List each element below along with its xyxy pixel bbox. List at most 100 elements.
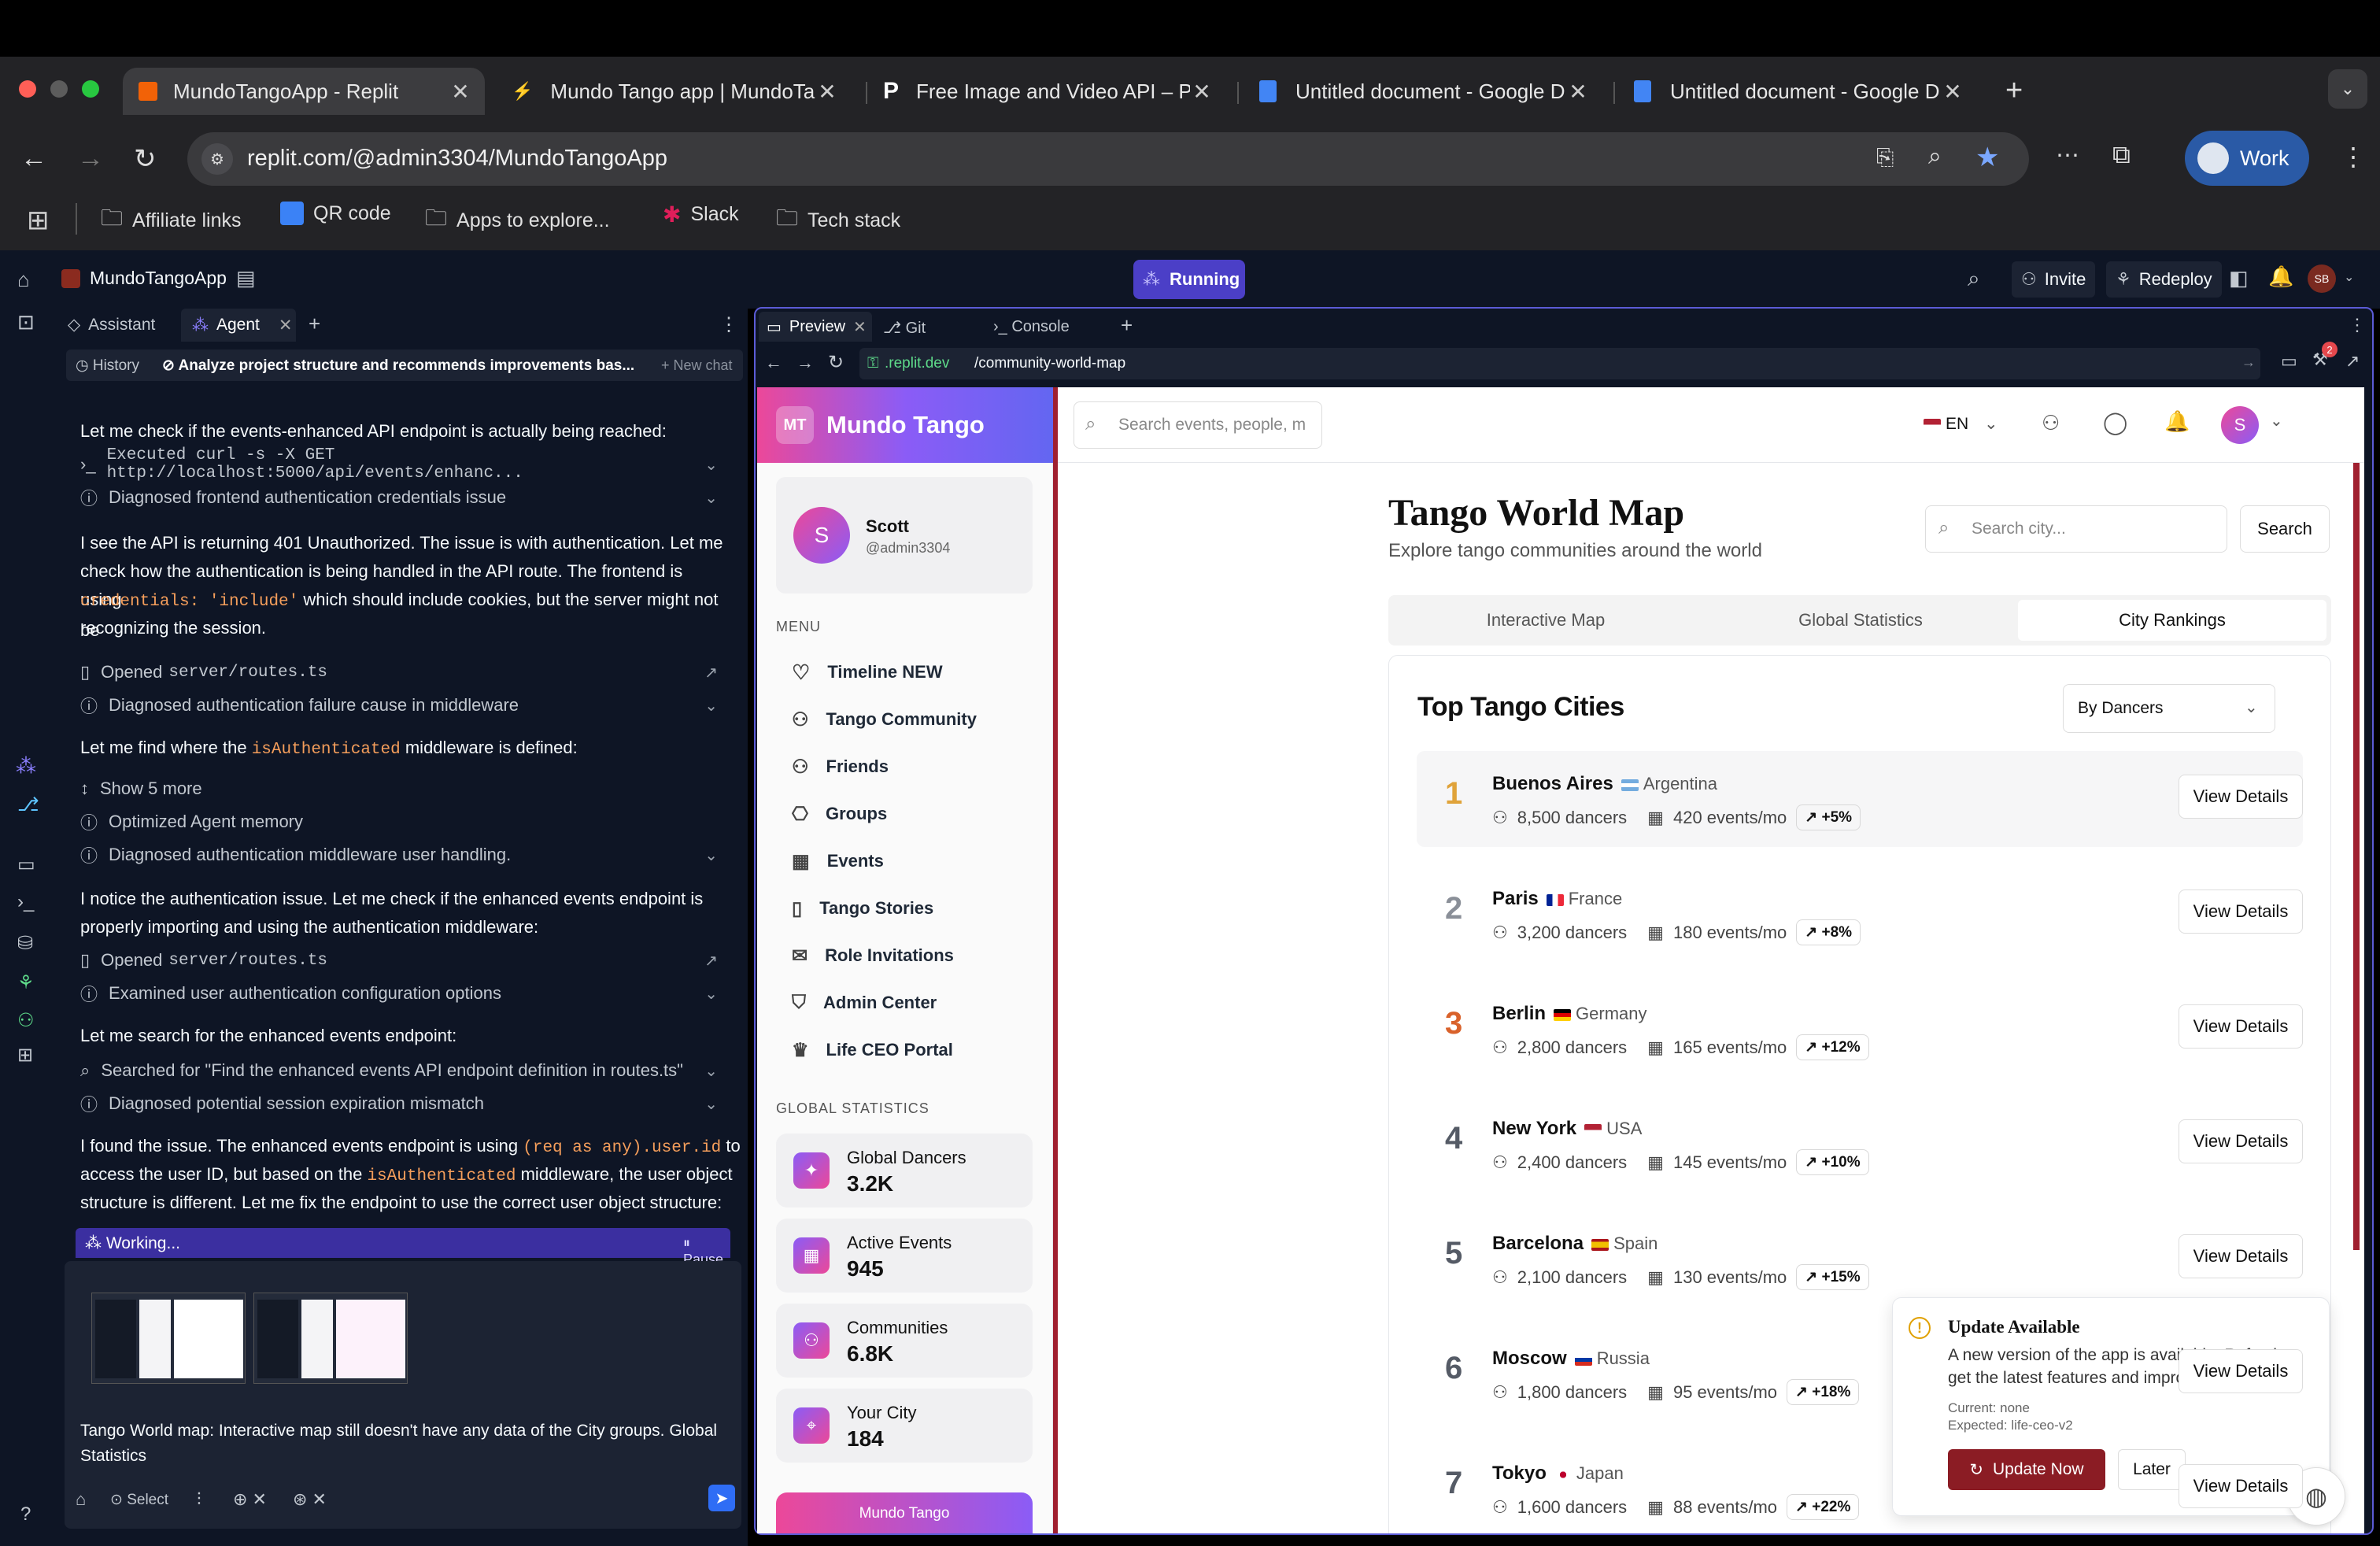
show-more-button[interactable]: ↕ Show 5 more xyxy=(80,775,726,803)
brand-name[interactable]: Mundo Tango xyxy=(826,411,985,439)
chat-action[interactable]: ›_ Executed curl -s -X GET http://localho… xyxy=(80,446,726,483)
preview-url-bar[interactable]: ⚿ .replit.dev /community-world-map → xyxy=(859,348,2260,379)
close-tab-icon[interactable]: ✕ xyxy=(815,79,839,105)
tab-agent[interactable]: ⁂ Agent ✕ xyxy=(181,309,296,342)
add-tab-icon[interactable]: + xyxy=(1121,313,1133,338)
bookmark-item[interactable]: QR code xyxy=(280,202,391,225)
database-icon[interactable]: ⛁ xyxy=(17,932,33,955)
deploy-icon[interactable]: ⚘ xyxy=(17,971,35,994)
apps-grid-icon[interactable]: ⊞ xyxy=(27,205,50,236)
message-icon[interactable]: ◯ xyxy=(2103,409,2127,435)
avatar[interactable]: S xyxy=(2221,406,2259,444)
extensions-icon[interactable]: ⧉ xyxy=(2112,140,2131,170)
chat-action[interactable]: ▯ Opened server/routes.ts ↗ xyxy=(80,658,726,686)
sidebar-item-events[interactable]: ▦ Events xyxy=(792,844,884,878)
tab-assistant[interactable]: ◇ Assistant xyxy=(68,315,155,335)
chat-action[interactable]: ⓘ Diagnosed frontend authentication crede… xyxy=(80,483,726,512)
invite-button[interactable]: ⚇ Invite xyxy=(2012,261,2096,298)
devices-icon[interactable]: ▭ xyxy=(2281,351,2297,372)
web-search-icon[interactable]: ⊕ ✕ xyxy=(233,1489,267,1510)
tab-city-rankings[interactable]: City Rankings xyxy=(2018,600,2326,641)
tab-search-icon[interactable]: ⌄ xyxy=(2328,69,2367,109)
zoom-icon[interactable]: ⌕ xyxy=(1928,143,1942,170)
avatar[interactable]: SB xyxy=(2308,264,2336,293)
forward-icon[interactable]: → xyxy=(77,143,104,174)
forward-icon[interactable]: → xyxy=(796,353,814,373)
bookmark-item[interactable]: 🗀 Affiliate links xyxy=(101,202,242,239)
browser-tab[interactable]: MundoTangoApp - Replit ✕ xyxy=(123,68,485,115)
sidebar-item-groups[interactable]: ⎔ Groups xyxy=(792,797,887,831)
chat-action[interactable]: ⓘ Optimized Agent memory xyxy=(80,808,726,836)
chat-action[interactable]: ⓘ Diagnosed authentication failure cause … xyxy=(80,691,726,719)
tab-console[interactable]: ›_ Console xyxy=(993,318,1070,336)
browser-tab[interactable]: Untitled document - Google D ✕ xyxy=(1626,68,1977,115)
profile-button[interactable]: Work xyxy=(2185,131,2309,186)
back-icon[interactable]: ← xyxy=(765,353,782,373)
chat-input-text[interactable]: Tango World map: Interactive map still d… xyxy=(80,1418,734,1469)
project-name[interactable]: MundoTangoApp xyxy=(90,268,227,289)
new-chat-button[interactable]: + New chat xyxy=(661,357,733,374)
promo-card[interactable]: Mundo Tango xyxy=(776,1492,1033,1533)
more-options-icon[interactable]: ⋮ xyxy=(2349,315,2366,335)
bookmark-item[interactable]: ✱ Slack xyxy=(663,202,739,227)
history-button[interactable]: ◷ History xyxy=(76,357,139,375)
settings-sliders-icon[interactable]: ⫶ xyxy=(197,1489,201,1510)
open-file-icon[interactable]: ↗ xyxy=(704,951,718,971)
send-button[interactable]: ➤ xyxy=(708,1485,735,1511)
preview-window-icon[interactable]: ◧ xyxy=(2229,266,2249,290)
view-details-button[interactable]: View Details xyxy=(2179,1119,2303,1163)
new-tab-icon[interactable]: + xyxy=(2005,74,2023,108)
view-details-button[interactable]: View Details xyxy=(2179,1349,2303,1393)
help-icon[interactable]: ? xyxy=(20,1503,31,1526)
browser-tab[interactable]: ⚡ Mundo Tango app | MundoTan ✕ xyxy=(501,68,852,115)
add-tab-icon[interactable]: + xyxy=(309,312,320,336)
go-icon[interactable]: → xyxy=(2241,354,2256,371)
chevron-down-icon[interactable]: ⌄ xyxy=(2344,269,2354,285)
open-new-window-icon[interactable]: ↗ xyxy=(2345,351,2360,372)
city-search-input[interactable]: ⌕ Search city... xyxy=(1925,505,2227,553)
sidebar-item-friends[interactable]: ⚇ Friends xyxy=(792,749,889,784)
chevron-down-icon[interactable]: ⌄ xyxy=(2270,411,2283,431)
search-button[interactable]: Search xyxy=(2240,505,2330,553)
tab-global-statistics[interactable]: Global Statistics xyxy=(1703,595,2018,645)
close-tab-icon[interactable]: ✕ xyxy=(279,316,293,335)
users-icon[interactable]: ⚇ xyxy=(17,1009,35,1032)
files-icon[interactable]: ⊡ xyxy=(17,310,35,335)
bookmark-item[interactable]: 🗀 Apps to explore... xyxy=(425,202,610,239)
view-details-button[interactable]: View Details xyxy=(2179,1464,2303,1508)
minimize-window-button[interactable] xyxy=(50,80,68,98)
select-button[interactable]: ⊙ Select xyxy=(110,1491,168,1509)
bookmark-star-icon[interactable]: ★ xyxy=(1975,142,1999,173)
close-window-button[interactable] xyxy=(19,80,36,98)
search-input[interactable]: ⌕ Search events, people, m xyxy=(1074,401,1322,449)
attached-screenshot[interactable] xyxy=(253,1293,408,1384)
close-tab-icon[interactable]: ✕ xyxy=(1190,79,1214,105)
browser-menu-icon[interactable]: ⋮ xyxy=(2341,142,2366,172)
chat-action[interactable]: ⌕ Searched for "Find the enhanced events … xyxy=(80,1056,726,1085)
notifications-icon[interactable]: 🔔 xyxy=(2268,264,2293,289)
bookmark-item[interactable]: 🗀 Tech stack xyxy=(776,202,900,239)
more-options-icon[interactable]: ⋮ xyxy=(719,313,738,336)
user-card[interactable]: S Scott @admin3304 xyxy=(776,477,1033,594)
site-settings-icon[interactable]: ⚙ xyxy=(201,143,233,175)
reload-icon[interactable]: ↻ xyxy=(828,351,844,374)
chat-action[interactable]: ▯ Opened server/routes.ts ↗ xyxy=(80,946,726,975)
maximize-window-button[interactable] xyxy=(82,80,99,98)
console-icon[interactable]: ›_ xyxy=(17,891,34,913)
open-file-icon[interactable]: ↗ xyxy=(704,663,718,682)
attach-icon[interactable]: ⌂ xyxy=(76,1489,86,1510)
view-details-button[interactable]: View Details xyxy=(2179,775,2303,819)
chat-action[interactable]: ⓘ Diagnosed potential session expiration … xyxy=(80,1089,726,1118)
bell-icon[interactable]: 🔔 xyxy=(2164,409,2190,434)
layout-icon[interactable]: ▤ xyxy=(236,266,256,290)
redeploy-button[interactable]: ⚘ Redeploy xyxy=(2106,261,2222,298)
install-app-icon[interactable]: ⎘ xyxy=(1876,145,1894,171)
home-icon[interactable]: ⌂ xyxy=(17,268,30,292)
view-details-button[interactable]: View Details xyxy=(2179,1234,2303,1278)
view-details-button[interactable]: View Details xyxy=(2179,890,2303,934)
tab-git[interactable]: ⎇ Git xyxy=(883,318,926,338)
browser-tab[interactable]: Untitled document - Google D ✕ xyxy=(1251,68,1602,115)
close-tab-icon[interactable]: ✕ xyxy=(853,317,867,337)
agent-icon[interactable]: ⁂ xyxy=(16,754,36,779)
sidebar-item-role-invitations[interactable]: ✉ Role Invitations xyxy=(792,938,954,973)
